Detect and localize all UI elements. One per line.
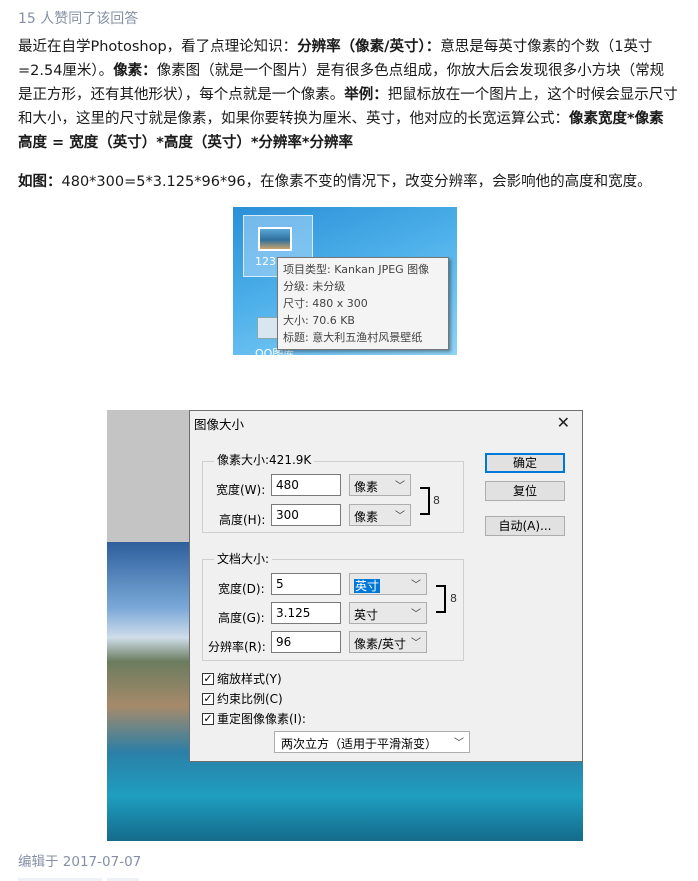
height-label: 高度(H): xyxy=(219,513,266,527)
link-icon: 8 xyxy=(450,592,457,605)
chevron-down-icon: ﹀ xyxy=(411,580,421,591)
chevron-down-icon: ﹀ xyxy=(411,638,421,649)
text-span: 最近在自学Photoshop，看了点理论知识： xyxy=(18,39,298,55)
checkbox-label: 约束比例(C) xyxy=(217,692,283,706)
scale-styles-checkbox[interactable]: ✓ 缩放样式(Y) xyxy=(202,670,282,687)
document-size-legend: 文档大小: xyxy=(214,550,273,567)
doc-width-input[interactable]: 5 xyxy=(271,573,341,595)
select-value: 英寸 xyxy=(354,608,379,622)
width-input[interactable]: 480 xyxy=(271,474,341,496)
doc-height-unit-select[interactable]: 英寸 ﹀ xyxy=(349,602,427,624)
text-span: 480*300=5*3.125*96*96，在像素不变的情况下，改变分辨率，会影… xyxy=(61,174,652,190)
checkbox-box: ✓ xyxy=(202,671,214,685)
tooltip-line: 项目类型: Kankan JPEG 图像 xyxy=(283,263,430,276)
resample-method-select[interactable]: 两次立方（适用于平滑渐变） ﹀ xyxy=(274,731,470,753)
chevron-down-icon: ﹀ xyxy=(454,738,464,749)
select-value: 像素 xyxy=(354,480,379,494)
auto-button[interactable]: 自动(A)... xyxy=(485,516,565,536)
width-unit-select[interactable]: 像素 ﹀ xyxy=(349,474,411,496)
file-name: 123 xyxy=(255,255,276,268)
constrain-proportions-checkbox[interactable]: ✓ 约束比例(C) xyxy=(202,690,283,707)
select-value: 英寸 xyxy=(354,579,381,593)
vote-count[interactable]: 15 人赞同了该回答 xyxy=(18,8,138,28)
bold-term: 分辨率（像素/英寸）： xyxy=(297,39,441,55)
photoshop-screenshot: 图像大小 ✕ 像素大小:421.9K 宽度(W): 480 像素 ﹀ 高度(H):… xyxy=(107,410,583,841)
tooltip-line: 标题: 意大利五渔村风景壁纸 xyxy=(283,331,423,344)
checkbox-label: 缩放样式(Y) xyxy=(217,672,282,686)
doc-width-label: 宽度(D): xyxy=(218,582,265,596)
constrain-bracket xyxy=(436,585,446,613)
resolution-unit-select[interactable]: 像素/英寸 ﹀ xyxy=(349,631,427,653)
example-paragraph: 如图：480*300=5*3.125*96*96，在像素不变的情况下，改变分辨率… xyxy=(18,170,678,194)
doc-height-label: 高度(G): xyxy=(218,611,265,625)
file-info-tooltip: 项目类型: Kankan JPEG 图像 分级: 未分级 尺寸: 480 x 3… xyxy=(277,257,449,350)
checkbox-box: ✓ xyxy=(202,691,214,705)
edited-timestamp[interactable]: 编辑于 2017-07-07 xyxy=(18,850,141,870)
tooltip-line: 大小: 70.6 KB xyxy=(283,314,355,327)
width-label: 宽度(W): xyxy=(216,483,266,497)
resolution-label: 分辨率(R): xyxy=(208,640,266,654)
checkbox-box: ✓ xyxy=(202,711,214,725)
doc-height-input[interactable]: 3.125 xyxy=(271,602,341,624)
select-value: 像素/英寸 xyxy=(354,637,407,651)
resample-checkbox[interactable]: ✓ 重定图像像素(I): xyxy=(202,710,306,727)
tooltip-line: 尺寸: 480 x 300 xyxy=(283,297,368,310)
pixel-size-legend: 像素大小:421.9K xyxy=(214,451,315,468)
explorer-screenshot: 123 QQ图库 项目类型: Kankan JPEG 图像 分级: 未分级 尺寸… xyxy=(233,207,457,355)
bold-term: 举例： xyxy=(344,87,388,103)
height-unit-select[interactable]: 像素 ﹀ xyxy=(349,504,411,526)
chevron-down-icon: ﹀ xyxy=(395,481,405,492)
resolution-input[interactable]: 96 xyxy=(271,631,341,653)
doc-width-unit-select[interactable]: 英寸 ﹀ xyxy=(349,573,427,595)
height-input[interactable]: 300 xyxy=(271,504,341,526)
image-file-icon xyxy=(258,227,292,251)
tooltip-line: 分级: 未分级 xyxy=(283,280,346,293)
reset-button[interactable]: 复位 xyxy=(485,481,565,501)
answer-paragraph: 最近在自学Photoshop，看了点理论知识：分辨率（像素/英寸）：意思是每英寸… xyxy=(18,35,678,155)
dialog-title: 图像大小 xyxy=(194,417,245,432)
close-icon[interactable]: ✕ xyxy=(557,413,570,432)
chevron-down-icon: ﹀ xyxy=(395,511,405,522)
bold-term: 如图： xyxy=(18,174,62,190)
image-size-dialog: 图像大小 ✕ 像素大小:421.9K 宽度(W): 480 像素 ﹀ 高度(H):… xyxy=(189,410,583,762)
bold-term: 像素： xyxy=(113,63,157,79)
select-value: 像素 xyxy=(354,510,379,524)
ok-button[interactable]: 确定 xyxy=(485,453,565,473)
constrain-bracket xyxy=(420,487,430,515)
chevron-down-icon: ﹀ xyxy=(411,609,421,620)
link-icon: 8 xyxy=(433,494,440,507)
checkbox-label: 重定图像像素(I): xyxy=(217,712,306,726)
select-value: 两次立方（适用于平滑渐变） xyxy=(281,737,438,751)
